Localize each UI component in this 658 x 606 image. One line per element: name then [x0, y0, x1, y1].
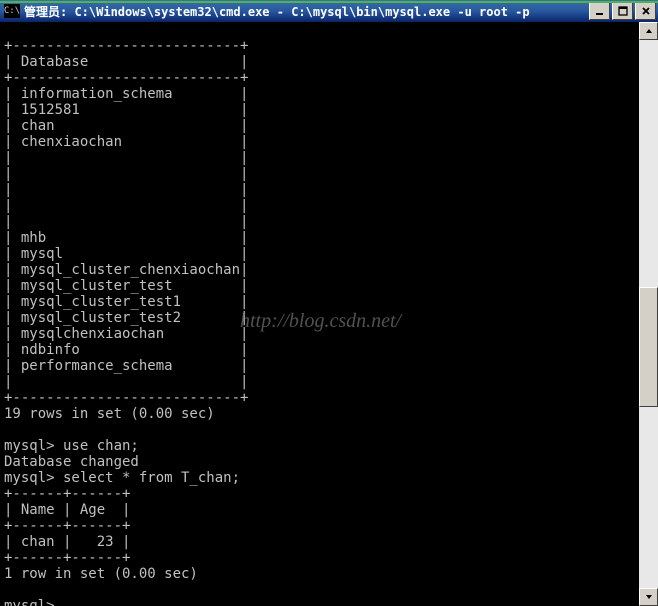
scrollbar-track[interactable] [639, 40, 658, 588]
window-top-border [0, 1, 658, 3]
tchan-border: +------+------+ [4, 550, 130, 566]
window-controls [589, 2, 656, 20]
db-result-count: 19 rows in set (0.00 sec) [4, 406, 215, 422]
db-table-header: | Database | [4, 54, 248, 70]
tchan-result: 1 row in set (0.00 sec) [4, 566, 198, 582]
vertical-scrollbar[interactable] [639, 22, 658, 606]
scrollbar-down-button[interactable] [639, 588, 658, 606]
cmd-icon: C:\ [4, 4, 20, 18]
tchan-row: | chan | 23 | [4, 534, 130, 550]
terminal-output: +---------------------------+ | Database… [0, 22, 639, 606]
scrollbar-thumb[interactable] [639, 287, 658, 407]
close-button[interactable] [635, 2, 656, 20]
mysql-prompt-use: mysql> use chan; [4, 438, 139, 454]
db-changed-msg: Database changed [4, 454, 139, 470]
window-title: 管理员: C:\Windows\system32\cmd.exe - C:\my… [24, 3, 530, 20]
db-table-border: +---------------------------+ [4, 70, 248, 86]
tchan-border: +------+------+ [4, 486, 130, 502]
maximize-button[interactable] [612, 2, 633, 20]
tchan-header: | Name | Age | [4, 502, 130, 518]
db-table-rows: | information_schema | | 1512581 | | cha… [4, 86, 248, 390]
db-table-border: +---------------------------+ [4, 38, 248, 54]
db-table-border: +---------------------------+ [4, 390, 248, 406]
scrollbar-up-button[interactable] [639, 22, 658, 40]
window-titlebar: C:\ 管理员: C:\Windows\system32\cmd.exe - C… [0, 0, 658, 22]
mysql-prompt-select: mysql> select * from T_chan; [4, 470, 240, 486]
mysql-prompt-cursor[interactable]: mysql> [4, 598, 71, 606]
tchan-border: +------+------+ [4, 518, 130, 534]
minimize-button[interactable] [589, 2, 610, 20]
